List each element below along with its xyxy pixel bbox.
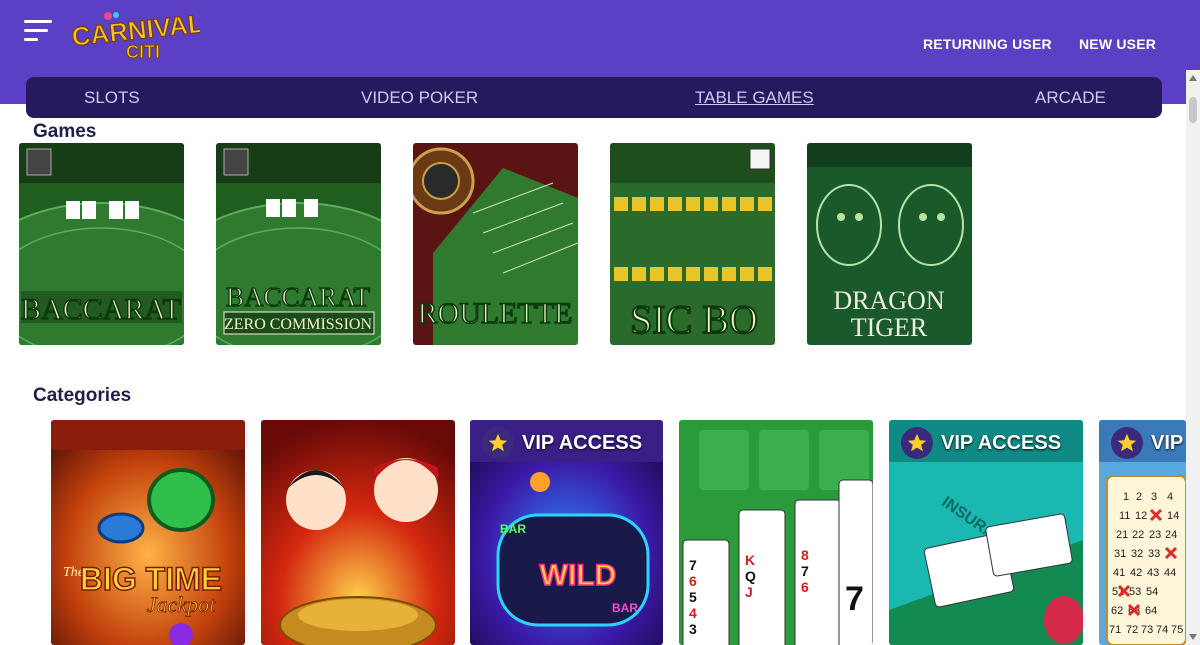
vip-access-label: VIP ACCESS (522, 431, 643, 454)
svg-text:CITI: CITI (126, 42, 160, 62)
svg-text:74: 74 (1156, 624, 1168, 636)
svg-text:DRAGON: DRAGON (833, 286, 944, 315)
star-icon (482, 427, 514, 459)
page-scrollbar[interactable] (1186, 70, 1200, 645)
svg-text:22: 22 (1132, 529, 1144, 541)
svg-text:TIGER: TIGER (851, 313, 928, 342)
svg-text:8: 8 (801, 547, 809, 563)
game-tile-roulette[interactable]: ROULETTE (413, 143, 578, 345)
svg-text:J: J (745, 584, 753, 600)
vip-access-label: VIP (1151, 431, 1184, 454)
svg-text:Q: Q (745, 568, 756, 584)
svg-text:Jackpot: Jackpot (147, 592, 216, 617)
tab-slots[interactable]: SLOTS (84, 88, 140, 108)
vip-badge: VIP ACCESS (901, 426, 1061, 460)
svg-text:BAR: BAR (612, 601, 638, 615)
svg-text:62: 62 (1111, 605, 1123, 617)
svg-text:7: 7 (689, 557, 697, 573)
svg-text:6: 6 (689, 573, 697, 589)
svg-text:5: 5 (689, 589, 697, 605)
svg-text:43: 43 (1147, 567, 1159, 579)
game-tile-baccarat-zero-commission[interactable]: BACCARAT ZERO COMMISSION (216, 143, 381, 345)
svg-text:71: 71 (1109, 624, 1121, 636)
svg-text:75: 75 (1171, 624, 1183, 636)
vip-access-label: VIP ACCESS (941, 431, 1062, 454)
svg-text:24: 24 (1165, 529, 1177, 541)
svg-text:4: 4 (1167, 491, 1173, 503)
star-icon (1111, 427, 1143, 459)
svg-text:54: 54 (1146, 586, 1158, 598)
category-tile-bingo-vip[interactable]: 1234 11 12 14 21 22 23 24 31 32 33 41 42 43 44 51 5… (1099, 420, 1186, 645)
category-tile-solitaire[interactable]: 7 6 5 4 3 K Q J 8 7 6 7 (679, 420, 873, 645)
vip-badge: VIP (1111, 426, 1183, 460)
svg-text:41: 41 (1113, 567, 1125, 579)
svg-text:3: 3 (689, 621, 697, 637)
carnival-citi-logo[interactable]: CARNIVAL CITI (68, 10, 200, 62)
svg-text:33: 33 (1148, 548, 1160, 560)
svg-text:WILD: WILD (540, 559, 617, 592)
svg-text:4: 4 (689, 605, 697, 621)
games-heading: Games (33, 121, 97, 142)
game-tile-dragon-tiger[interactable]: DRAGON TIGER (807, 143, 972, 345)
svg-text:7: 7 (845, 580, 864, 618)
svg-text:BAR: BAR (500, 522, 526, 536)
tab-arcade[interactable]: ARCADE (1035, 88, 1106, 108)
svg-text:6: 6 (801, 579, 809, 595)
svg-text:11: 11 (1119, 510, 1130, 522)
svg-text:44: 44 (1164, 567, 1176, 579)
svg-text:7: 7 (801, 563, 809, 579)
svg-text:3: 3 (1151, 491, 1157, 503)
hamburger-menu-icon[interactable] (24, 20, 54, 44)
categories-heading: Categories (33, 385, 132, 406)
scroll-thumb[interactable] (1189, 97, 1197, 123)
game-tile-sic-bo[interactable]: SIC BO (610, 143, 775, 345)
new-user-link[interactable]: NEW USER (1079, 36, 1156, 52)
category-tile-fortune-kids[interactable] (261, 420, 455, 645)
svg-text:23: 23 (1149, 529, 1161, 541)
svg-text:32: 32 (1131, 548, 1143, 560)
category-tile-big-time-jackpot[interactable]: The BIG TIME Jackpot (51, 420, 245, 645)
svg-text:12: 12 (1135, 510, 1147, 522)
scroll-up-arrow-icon[interactable] (1189, 75, 1197, 81)
svg-text:42: 42 (1130, 567, 1142, 579)
returning-user-link[interactable]: RETURNING USER (923, 36, 1052, 52)
tab-video-poker[interactable]: VIDEO POKER (361, 88, 478, 108)
vip-badge: VIP ACCESS (482, 426, 642, 460)
svg-text:K: K (745, 552, 755, 568)
svg-text:21: 21 (1116, 529, 1128, 541)
svg-text:14: 14 (1167, 510, 1179, 522)
svg-text:53: 53 (1129, 586, 1141, 598)
svg-text:1: 1 (1123, 491, 1129, 503)
game-tile-baccarat[interactable]: BACCARAT (19, 143, 184, 345)
scroll-down-arrow-icon[interactable] (1189, 634, 1197, 640)
svg-text:ROULETTE: ROULETTE (418, 297, 573, 330)
svg-text:72: 72 (1126, 624, 1138, 636)
svg-text:64: 64 (1145, 605, 1157, 617)
svg-text:SIC BO: SIC BO (630, 297, 758, 342)
svg-text:2: 2 (1136, 491, 1142, 503)
svg-text:BACCARAT: BACCARAT (226, 282, 371, 312)
svg-text:31: 31 (1114, 548, 1126, 560)
category-tile-insurance-vip[interactable]: INSURANCE VIP ACCESS (889, 420, 1083, 645)
svg-text:73: 73 (1141, 624, 1153, 636)
category-tile-wild-vip[interactable]: BAR WILD BAR VIP ACCESS (470, 420, 663, 645)
category-nav: SLOTS VIDEO POKER TABLE GAMES ARCADE (26, 77, 1162, 118)
star-icon (901, 427, 933, 459)
svg-text:ZERO COMMISSION: ZERO COMMISSION (224, 316, 372, 333)
svg-text:BACCARAT: BACCARAT (21, 293, 181, 326)
tab-table-games[interactable]: TABLE GAMES (695, 88, 814, 108)
